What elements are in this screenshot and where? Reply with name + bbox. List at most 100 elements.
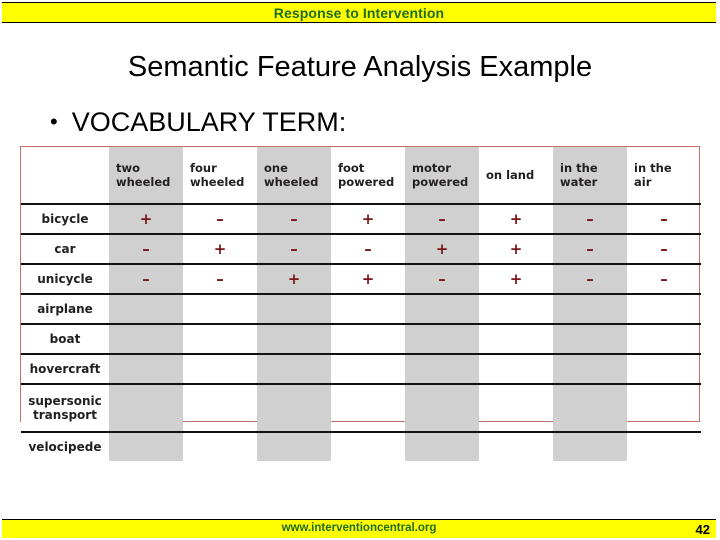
feature-empty-cell[interactable]: [109, 323, 183, 354]
feature-empty-cell[interactable]: [257, 431, 331, 461]
row-label-line: transport: [33, 408, 97, 422]
column-header: four wheeled: [183, 147, 257, 204]
feature-empty-cell[interactable]: [183, 353, 257, 384]
feature-empty-cell[interactable]: [479, 323, 553, 354]
feature-plus-cell[interactable]: +: [405, 233, 479, 264]
table-row: hovercraft: [21, 353, 701, 384]
row-label-line: car: [54, 241, 76, 256]
feature-minus-cell[interactable]: –: [627, 233, 701, 264]
feature-minus-cell[interactable]: –: [109, 263, 183, 294]
column-header: motor powered: [405, 147, 479, 204]
feature-minus-cell[interactable]: –: [405, 203, 479, 234]
row-label-line: airplane: [37, 301, 93, 316]
feature-minus-cell[interactable]: –: [553, 203, 627, 234]
feature-plus-cell[interactable]: +: [479, 233, 553, 264]
table-row: bicycle + – – + – + – –: [21, 203, 701, 234]
feature-empty-cell[interactable]: [405, 323, 479, 354]
feature-minus-cell[interactable]: –: [331, 233, 405, 264]
sfa-grid: two wheeled four wheeled one wheeled foot power…: [21, 147, 701, 461]
table-row: velocipede: [21, 431, 701, 461]
feature-plus-cell[interactable]: +: [331, 203, 405, 234]
page-title: Semantic Feature Analysis Example: [127, 51, 593, 83]
feature-empty-cell[interactable]: [553, 431, 627, 461]
feature-empty-cell[interactable]: [627, 431, 701, 461]
feature-empty-cell[interactable]: [257, 323, 331, 354]
feature-empty-cell[interactable]: [479, 353, 553, 384]
feature-plus-cell[interactable]: +: [479, 263, 553, 294]
feature-empty-cell[interactable]: [183, 323, 257, 354]
feature-empty-cell[interactable]: [405, 353, 479, 384]
feature-empty-cell[interactable]: [553, 293, 627, 324]
row-label: velocipede: [21, 431, 109, 461]
column-header-line: foot: [338, 160, 365, 175]
feature-empty-cell[interactable]: [627, 383, 701, 432]
table-header-row: two wheeled four wheeled one wheeled foot power…: [21, 147, 701, 204]
feature-minus-cell[interactable]: –: [109, 233, 183, 264]
feature-empty-cell[interactable]: [553, 323, 627, 354]
feature-empty-cell[interactable]: [553, 353, 627, 384]
feature-empty-cell[interactable]: [331, 293, 405, 324]
column-header-line: air: [634, 175, 652, 189]
feature-empty-cell[interactable]: [109, 431, 183, 461]
feature-empty-cell[interactable]: [257, 353, 331, 384]
feature-empty-cell[interactable]: [331, 353, 405, 384]
feature-empty-cell[interactable]: [109, 293, 183, 324]
feature-plus-cell[interactable]: +: [331, 263, 405, 294]
row-label-line: bicycle: [41, 211, 89, 226]
feature-empty-cell[interactable]: [257, 293, 331, 324]
table-row: unicycle – – + + – + – –: [21, 263, 701, 294]
page-number: 42: [695, 521, 710, 537]
column-header-line: two: [116, 160, 141, 175]
bullet-marker-icon: •: [50, 109, 58, 134]
column-header: on land: [479, 147, 553, 204]
feature-empty-cell[interactable]: [627, 353, 701, 384]
row-label: airplane: [21, 293, 109, 324]
feature-empty-cell[interactable]: [331, 323, 405, 354]
feature-minus-cell[interactable]: –: [627, 263, 701, 294]
column-header: two wheeled: [109, 147, 183, 204]
feature-empty-cell[interactable]: [331, 431, 405, 461]
feature-empty-cell[interactable]: [627, 293, 701, 324]
feature-empty-cell[interactable]: [109, 383, 183, 432]
feature-minus-cell[interactable]: –: [183, 263, 257, 294]
feature-minus-cell[interactable]: –: [553, 233, 627, 264]
feature-empty-cell[interactable]: [627, 323, 701, 354]
feature-plus-cell[interactable]: +: [257, 263, 331, 294]
feature-empty-cell[interactable]: [405, 383, 479, 432]
top-banner: Response to Intervention: [2, 2, 716, 23]
column-header: one wheeled: [257, 147, 331, 204]
feature-plus-cell[interactable]: +: [479, 203, 553, 234]
column-header-line: four: [190, 160, 217, 175]
feature-empty-cell[interactable]: [183, 293, 257, 324]
feature-empty-cell[interactable]: [183, 383, 257, 432]
table-row: boat: [21, 323, 701, 354]
row-label-header: [21, 147, 109, 204]
feature-minus-cell[interactable]: –: [553, 263, 627, 294]
feature-plus-cell[interactable]: +: [183, 233, 257, 264]
feature-plus-cell[interactable]: +: [109, 203, 183, 234]
feature-minus-cell[interactable]: –: [257, 203, 331, 234]
feature-minus-cell[interactable]: –: [183, 203, 257, 234]
column-header-line: wheeled: [190, 175, 245, 189]
feature-empty-cell[interactable]: [257, 383, 331, 432]
feature-empty-cell[interactable]: [479, 431, 553, 461]
feature-empty-cell[interactable]: [553, 383, 627, 432]
feature-empty-cell[interactable]: [479, 293, 553, 324]
feature-minus-cell[interactable]: –: [627, 203, 701, 234]
column-header-line: wheeled: [116, 175, 171, 189]
feature-empty-cell[interactable]: [331, 383, 405, 432]
table-row: airplane: [21, 293, 701, 324]
feature-empty-cell[interactable]: [405, 293, 479, 324]
column-header-line: on land: [486, 167, 535, 182]
column-header: in the air: [627, 147, 701, 204]
row-label-line: hovercraft: [29, 361, 101, 376]
feature-minus-cell[interactable]: –: [257, 233, 331, 264]
footer-url[interactable]: www.interventioncentral.org: [2, 520, 716, 538]
feature-empty-cell[interactable]: [183, 431, 257, 461]
feature-empty-cell[interactable]: [405, 431, 479, 461]
feature-empty-cell[interactable]: [479, 383, 553, 432]
table-body: bicycle + – – + – + – – car – + – – + + – – unicycle – – + + – +…: [21, 203, 701, 461]
feature-minus-cell[interactable]: –: [405, 263, 479, 294]
banner-title: Response to Intervention: [273, 4, 445, 21]
feature-empty-cell[interactable]: [109, 353, 183, 384]
